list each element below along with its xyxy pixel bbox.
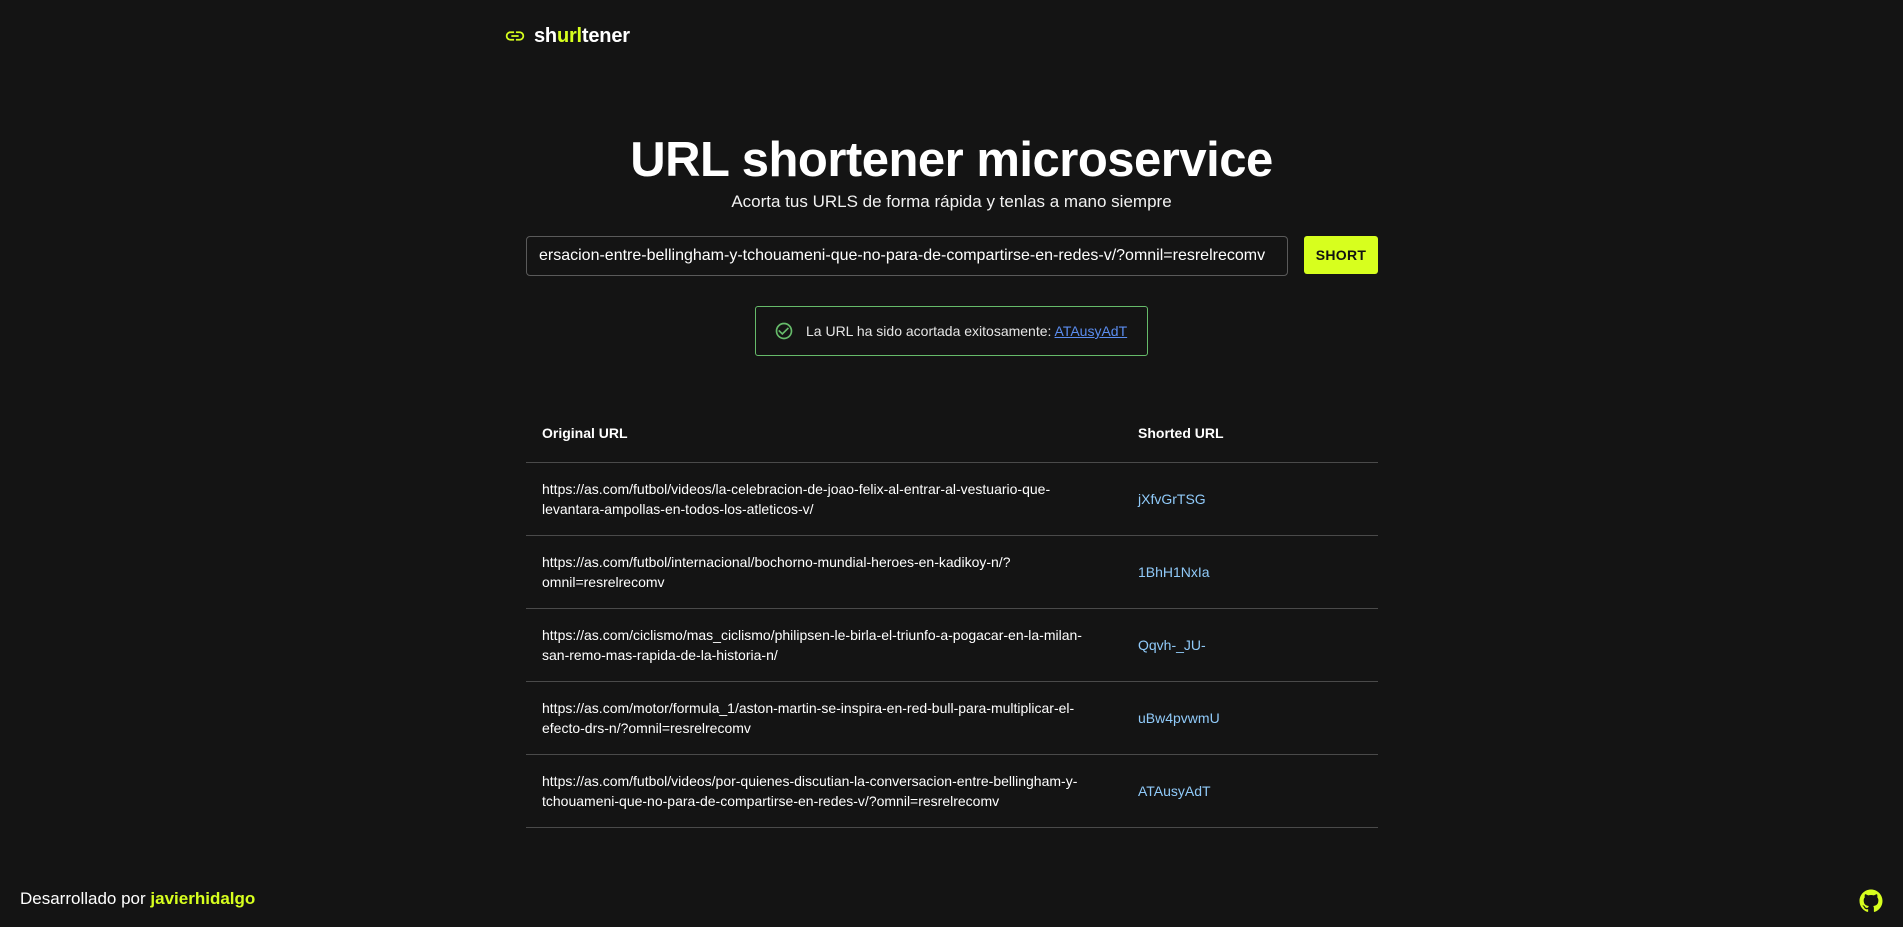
shorten-form: SHORT [526, 236, 1378, 276]
urls-table: Original URL Shorted URL https://as.com/… [526, 404, 1378, 828]
short-url-cell: ATAusyAdT [1122, 754, 1378, 828]
short-url-link[interactable]: 1BhH1NxIa [1138, 564, 1210, 580]
original-url-cell: https://as.com/futbol/videos/la-celebrac… [526, 462, 1122, 536]
credit-prefix: Desarrollado por [20, 889, 146, 908]
success-alert: La URL ha sido acortada exitosamente: AT… [755, 306, 1148, 356]
link-icon [504, 25, 526, 47]
logo-suffix: tener [581, 24, 630, 47]
table-row: https://as.com/motor/formula_1/aston-mar… [526, 681, 1378, 755]
short-url-cell: 1BhH1NxIa [1122, 535, 1378, 609]
table-header-row: Original URL Shorted URL [526, 404, 1378, 463]
short-url-link[interactable]: jXfvGrTSG [1138, 491, 1206, 507]
author-link[interactable]: javierhidalgo [150, 889, 255, 908]
table-row: https://as.com/futbol/internacional/boch… [526, 535, 1378, 609]
logo[interactable]: shurltener [504, 22, 630, 50]
page-title: URL shortener microservice [630, 133, 1273, 187]
short-button[interactable]: SHORT [1304, 236, 1378, 274]
original-url-cell: https://as.com/ciclismo/mas_ciclismo/phi… [526, 608, 1122, 682]
short-url-link[interactable]: Qqvh-_JU- [1138, 637, 1206, 653]
original-url-cell: https://as.com/futbol/internacional/boch… [526, 535, 1122, 609]
hero: URL shortener microservice Acorta tus UR… [0, 130, 1903, 214]
alert-short-link[interactable]: ATAusyAdT [1055, 323, 1128, 339]
original-url-cell: https://as.com/motor/formula_1/aston-mar… [526, 681, 1122, 755]
url-input[interactable] [526, 236, 1288, 276]
logo-prefix: sh [534, 24, 557, 47]
footer-credit: Desarrollado por javierhidalgo [20, 889, 255, 909]
header-shorted-url: Shorted URL [1122, 404, 1378, 463]
logo-accent: url [556, 24, 582, 47]
logo-text: shurltener [534, 25, 630, 48]
alert-text: La URL ha sido acortada exitosamente: AT… [806, 323, 1127, 339]
check-circle-icon [774, 321, 794, 341]
short-url-cell: Qqvh-_JU- [1122, 608, 1378, 682]
alert-message: La URL ha sido acortada exitosamente: [806, 323, 1052, 339]
table-row: https://as.com/futbol/videos/la-celebrac… [526, 462, 1378, 536]
header-original-url: Original URL [526, 404, 1122, 463]
github-icon[interactable] [1859, 889, 1883, 913]
short-url-cell: jXfvGrTSG [1122, 462, 1378, 536]
short-url-cell: uBw4pvwmU [1122, 681, 1378, 755]
short-url-link[interactable]: uBw4pvwmU [1138, 710, 1220, 726]
page-subtitle: Acorta tus URLS de forma rápida y tenlas… [731, 192, 1172, 211]
page: shurltener URL shortener microservice Ac… [0, 0, 1903, 927]
table-row: https://as.com/futbol/videos/por-quienes… [526, 754, 1378, 828]
table-row: https://as.com/ciclismo/mas_ciclismo/phi… [526, 608, 1378, 682]
original-url-cell: https://as.com/futbol/videos/por-quienes… [526, 754, 1122, 828]
short-url-link[interactable]: ATAusyAdT [1138, 783, 1211, 799]
